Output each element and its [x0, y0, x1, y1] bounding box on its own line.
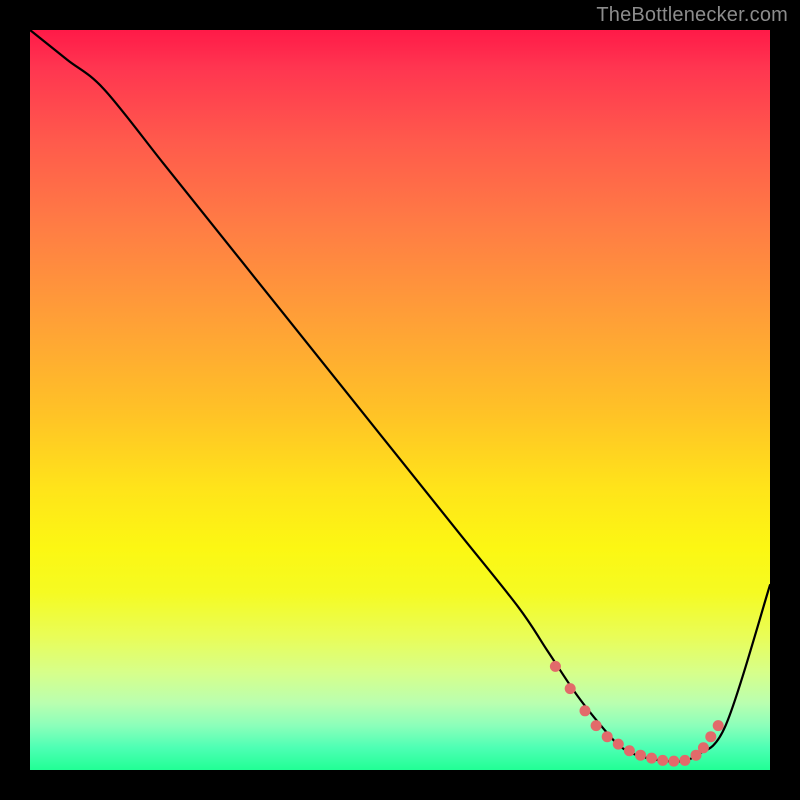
curve-marker: [580, 705, 591, 716]
curve-marker: [565, 683, 576, 694]
bottleneck-curve-line: [30, 30, 770, 762]
curve-marker: [713, 720, 724, 731]
curve-marker: [591, 720, 602, 731]
curve-marker: [698, 742, 709, 753]
curve-marker: [679, 755, 690, 766]
curve-marker: [602, 731, 613, 742]
chart-stage: TheBottlenecker.com: [0, 0, 800, 800]
curve-marker: [624, 745, 635, 756]
curve-marker: [646, 753, 657, 764]
curve-markers-group: [550, 661, 724, 767]
curve-marker: [613, 739, 624, 750]
bottleneck-curve-svg: [30, 30, 770, 770]
attribution-label: TheBottlenecker.com: [596, 4, 788, 27]
curve-marker: [705, 731, 716, 742]
curve-marker: [668, 756, 679, 767]
heatmap-plot-area: [30, 30, 770, 770]
curve-marker: [635, 750, 646, 761]
curve-marker: [657, 755, 668, 766]
curve-marker: [550, 661, 561, 672]
